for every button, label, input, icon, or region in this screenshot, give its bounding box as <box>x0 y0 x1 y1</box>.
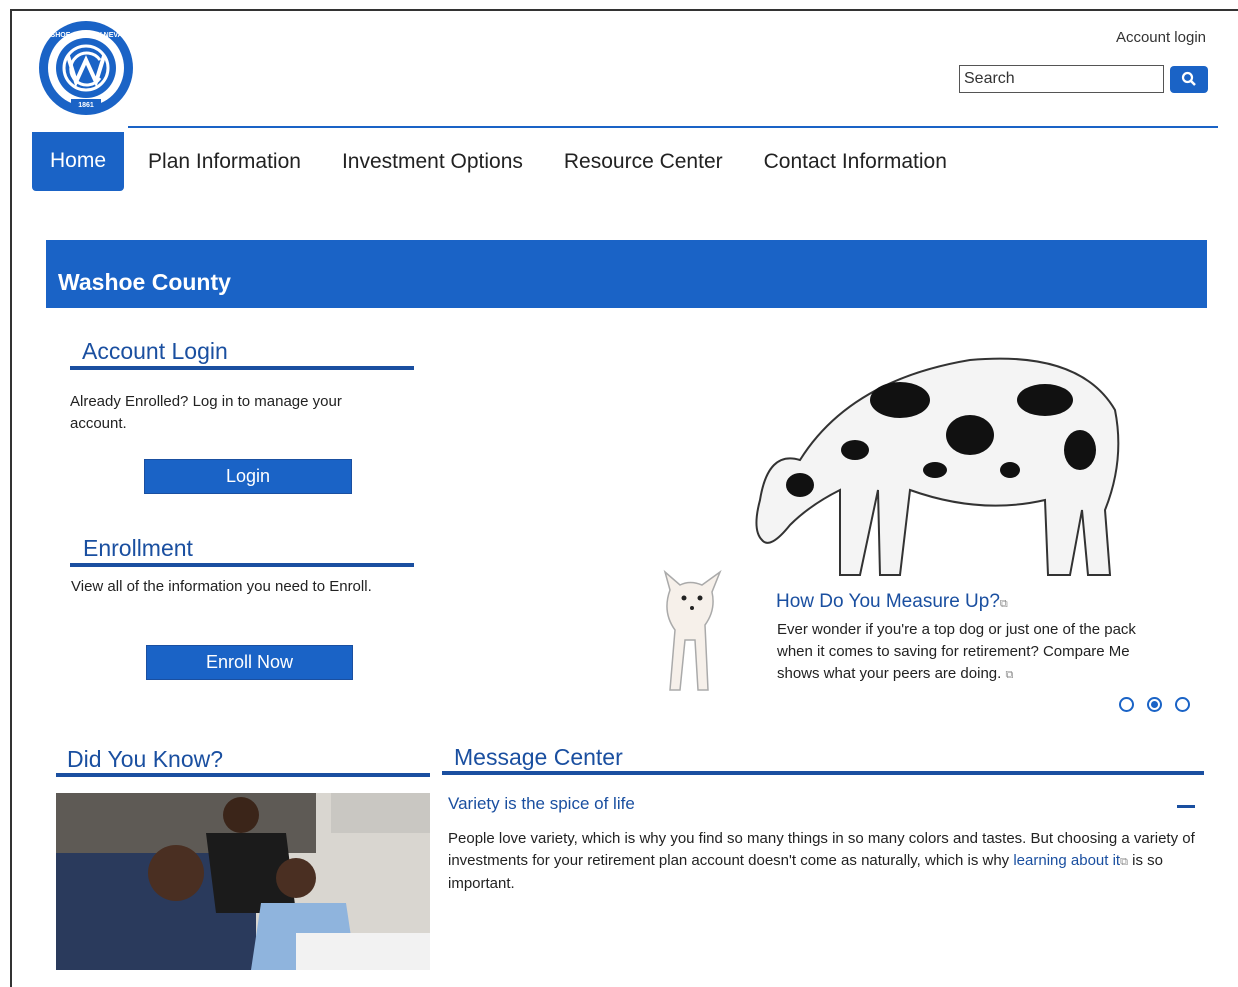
main-nav: Home Plan Information Investment Options… <box>32 132 988 191</box>
message-center-rule <box>442 771 1204 775</box>
did-you-know-rule <box>56 773 430 777</box>
account-login-text: Already Enrolled? Log in to manage your … <box>70 393 342 432</box>
nav-resource-center[interactable]: Resource Center <box>564 150 723 174</box>
message-center-heading: Message Center <box>454 744 623 770</box>
county-seal-logo[interactable]: 1861 WASHOE COUNTY NEVADA <box>38 20 134 116</box>
message-body: People love variety, which is why you fi… <box>448 830 1195 892</box>
account-login-heading: Account Login <box>82 338 228 364</box>
carousel-dot-3[interactable] <box>1175 697 1190 712</box>
logo-text: WASHOE COUNTY NEVADA <box>39 32 132 39</box>
account-login-link[interactable]: Account login <box>1116 29 1206 46</box>
collapse-icon[interactable] <box>1177 805 1195 808</box>
carousel-dots <box>1119 697 1190 712</box>
nav-contact-information[interactable]: Contact Information <box>764 150 947 174</box>
search-button[interactable] <box>1170 65 1208 93</box>
carousel-dot-2[interactable] <box>1147 697 1162 712</box>
enrollment-text: View all of the information you need to … <box>71 578 372 595</box>
page-banner: Washoe County <box>46 240 1207 308</box>
external-link-icon[interactable]: ⧉ <box>1005 669 1013 681</box>
account-login-rule <box>70 366 414 370</box>
enrollment-rule <box>70 563 414 567</box>
message-subject[interactable]: Variety is the spice of life <box>448 794 635 814</box>
search-icon <box>1181 71 1196 86</box>
login-button[interactable]: Login <box>144 459 352 494</box>
logo-year: 1861 <box>78 102 94 109</box>
chihuahua-illustration <box>663 569 722 691</box>
external-link-icon: ⧉ <box>999 598 1008 610</box>
nav-investment-options[interactable]: Investment Options <box>342 150 523 174</box>
external-link-icon: ⧉ <box>1120 856 1128 868</box>
enroll-now-button[interactable]: Enroll Now <box>146 645 353 680</box>
enrollment-heading: Enrollment <box>83 535 193 561</box>
promo-text: Ever wonder if you're a top dog or just … <box>777 621 1136 682</box>
great-dane-illustration <box>755 357 1120 576</box>
nav-home[interactable]: Home <box>32 132 125 191</box>
banner-title: Washoe County <box>58 269 231 295</box>
learning-about-it-link[interactable]: learning about it <box>1013 852 1120 869</box>
promo-title[interactable]: How Do You Measure Up?⧉ <box>776 591 1008 613</box>
search-input[interactable] <box>959 65 1164 93</box>
carousel-dot-1[interactable] <box>1119 697 1134 712</box>
search-bar <box>959 65 1208 93</box>
did-you-know-heading: Did You Know? <box>67 746 224 772</box>
family-photo[interactable] <box>56 793 430 970</box>
header-divider <box>128 126 1218 128</box>
nav-plan-information[interactable]: Plan Information <box>148 150 301 174</box>
